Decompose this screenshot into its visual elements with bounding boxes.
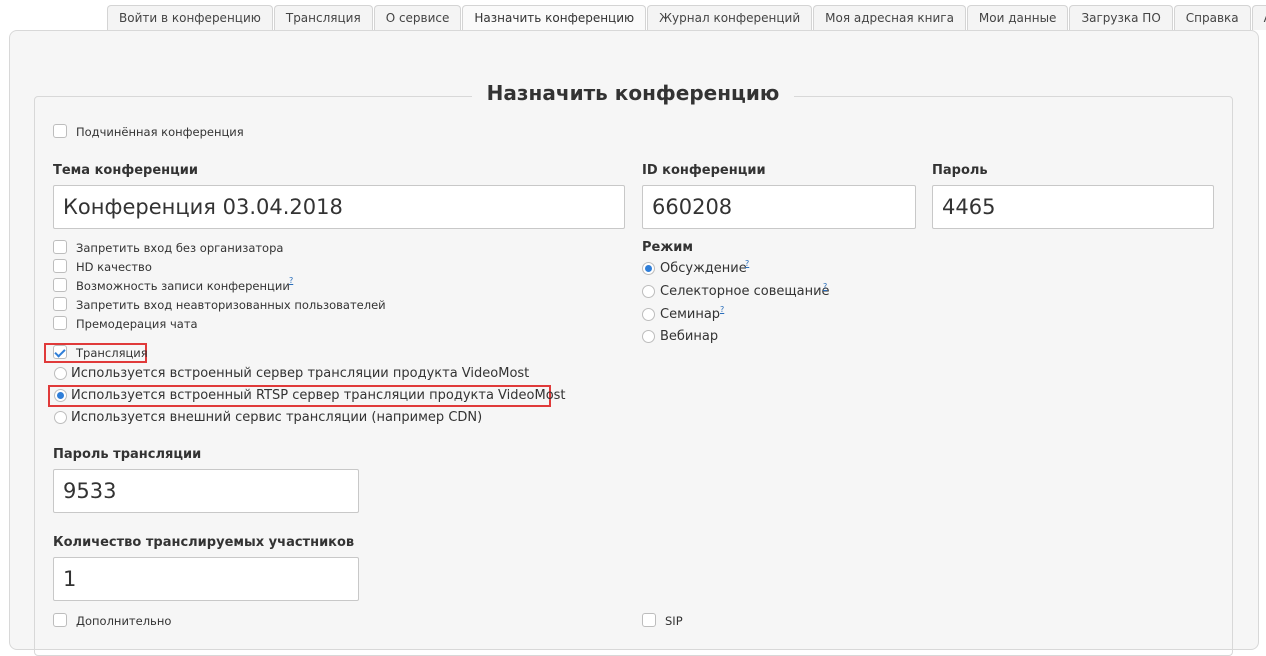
option-chat-premoderation-checkbox[interactable]	[53, 316, 67, 330]
broadcast-checkbox[interactable]	[53, 345, 67, 359]
option-require-organizer-checkbox[interactable]	[53, 240, 67, 254]
tab-bar: Войти в конференцию Трансляция О сервисе…	[107, 5, 1266, 32]
broadcast-server-external-radio[interactable]	[54, 411, 67, 424]
password-input[interactable]: 4465	[932, 185, 1214, 229]
broadcast-server-label: Используется внешний сервис трансляции (…	[71, 410, 483, 425]
broadcast-server-label: Используется встроенный сервер трансляци…	[71, 366, 530, 381]
conference-id-input[interactable]: 660208	[642, 185, 916, 229]
extra-checkbox[interactable]	[53, 613, 67, 627]
password-label: Пароль	[932, 163, 988, 178]
broadcast-count-label: Количество транслируемых участников	[53, 535, 355, 550]
mode-label: Режим	[642, 240, 694, 255]
tab-downloads[interactable]: Загрузка ПО	[1069, 5, 1173, 30]
sip-label: SIP	[665, 614, 683, 628]
option-block-unauthorized-checkbox[interactable]	[53, 297, 67, 311]
broadcast-server-builtin-radio[interactable]	[54, 367, 67, 380]
page-title: Назначить конференцию	[472, 80, 794, 106]
broadcast-password-label: Пароль трансляции	[53, 447, 202, 462]
broadcast-label: Трансляция	[76, 346, 148, 360]
tab-broadcast[interactable]: Трансляция	[273, 5, 373, 30]
mode-discussion-help-link[interactable]: ?	[745, 260, 749, 268]
mode-seminar-radio[interactable]	[642, 308, 655, 321]
extra-label: Дополнительно	[76, 614, 172, 628]
broadcast-count-input[interactable]: 1	[53, 557, 359, 601]
mode-selector-help-link[interactable]: ?	[823, 283, 827, 291]
broadcast-password-input[interactable]: 9533	[53, 469, 359, 513]
subordinate-label: Подчинённая конференция	[76, 125, 244, 139]
option-hd-checkbox[interactable]	[53, 259, 67, 273]
check-icon	[54, 346, 66, 358]
mode-webinar-label: Вебинар	[660, 329, 719, 344]
mode-seminar-help-link[interactable]: ?	[720, 306, 724, 314]
mode-discussion-radio[interactable]	[642, 262, 655, 275]
tab-address-book[interactable]: Моя адресная книга	[813, 5, 966, 30]
topic-input[interactable]: Конференция 03.04.2018	[53, 185, 625, 229]
tab-admin[interactable]: Админ	[1251, 5, 1266, 30]
tab-join-conference[interactable]: Войти в конференцию	[107, 5, 273, 30]
sip-checkbox[interactable]	[642, 613, 656, 627]
broadcast-server-rtsp-radio[interactable]	[54, 389, 67, 402]
tab-schedule-conference[interactable]: Назначить конференцию	[462, 5, 647, 32]
recording-help-link[interactable]: ?	[289, 277, 293, 285]
option-recording-checkbox[interactable]	[53, 278, 67, 292]
mode-webinar-radio[interactable]	[642, 330, 655, 343]
mode-selector-radio[interactable]	[642, 285, 655, 298]
tab-my-data[interactable]: Мои данные	[966, 5, 1069, 30]
option-label: Запретить вход без организатора	[76, 241, 284, 255]
option-label: Запретить вход неавторизованных пользова…	[76, 298, 386, 312]
mode-discussion-label: Обсуждение	[660, 261, 747, 276]
tab-about[interactable]: О сервисе	[373, 5, 462, 30]
tab-conference-log[interactable]: Журнал конференций	[647, 5, 813, 30]
tab-help[interactable]: Справка	[1173, 5, 1251, 30]
conference-id-label: ID конференции	[642, 163, 766, 178]
mode-seminar-label: Семинар	[660, 307, 721, 322]
broadcast-server-label: Используется встроенный RTSP сервер тран…	[71, 388, 566, 403]
subordinate-checkbox[interactable]	[53, 124, 67, 138]
option-label: HD качество	[76, 260, 152, 274]
topic-label: Тема конференции	[53, 163, 199, 178]
option-label: Возможность записи конференции	[76, 279, 290, 293]
option-label: Премодерация чата	[76, 317, 198, 331]
mode-selector-label: Селекторное совещание	[660, 284, 830, 299]
